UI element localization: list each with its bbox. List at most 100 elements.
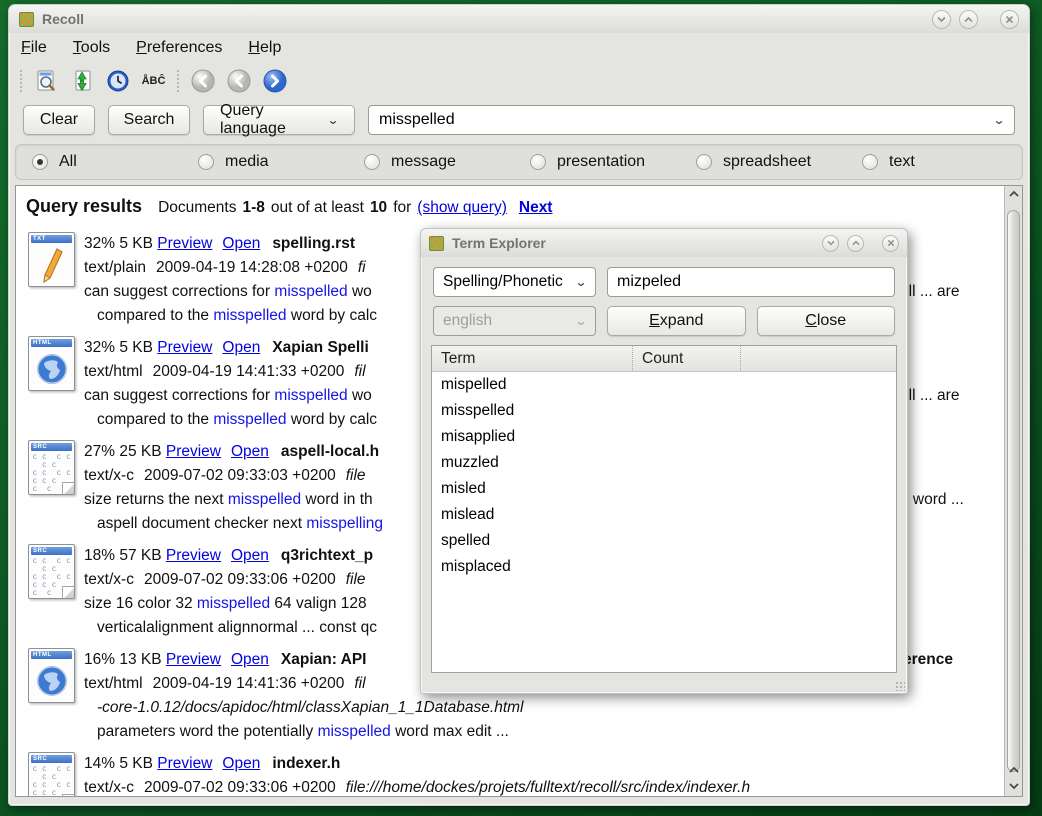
- spacer-cell: [740, 424, 896, 450]
- scroll-up-icon[interactable]: [1005, 762, 1022, 778]
- html-file-icon: HTML: [28, 648, 75, 703]
- term-row[interactable]: misled: [432, 476, 896, 502]
- toolbar: ÅBĈ: [9, 63, 1029, 99]
- menu-preferences[interactable]: Preferences: [136, 39, 222, 57]
- preview-link[interactable]: Preview: [157, 235, 212, 252]
- relevance-size: 32% 5 KB: [84, 235, 157, 252]
- term-cell: mislead: [432, 502, 632, 528]
- dialog-title-bar[interactable]: Term Explorer: [421, 229, 907, 257]
- expand-button[interactable]: Expand: [607, 306, 746, 336]
- nav-back-icon[interactable]: [225, 68, 252, 95]
- scrollbar-thumb[interactable]: [1007, 210, 1020, 772]
- term-row[interactable]: misspelled: [432, 398, 896, 424]
- chevron-down-icon: ⌄: [574, 315, 587, 327]
- preview-link[interactable]: Preview: [166, 443, 221, 460]
- preview-link[interactable]: Preview: [166, 651, 221, 668]
- nav-forward-icon[interactable]: [261, 68, 288, 95]
- term-input[interactable]: mizpeled: [607, 267, 895, 297]
- term-row[interactable]: misapplied: [432, 424, 896, 450]
- filter-all[interactable]: All: [32, 153, 198, 171]
- chevron-down-icon: [826, 238, 836, 248]
- open-link[interactable]: Open: [231, 547, 269, 564]
- next-page-link[interactable]: Next: [519, 199, 553, 217]
- open-link[interactable]: Open: [222, 235, 260, 252]
- title-bar[interactable]: Recoll: [9, 5, 1029, 33]
- resize-grip[interactable]: [895, 681, 905, 691]
- maximize-button[interactable]: [959, 10, 978, 29]
- preview-link[interactable]: Preview: [157, 755, 212, 772]
- count-column-header[interactable]: Count: [632, 346, 740, 371]
- filter-presentation[interactable]: presentation: [530, 153, 696, 171]
- term-row[interactable]: mislead: [432, 502, 896, 528]
- open-link[interactable]: Open: [231, 443, 269, 460]
- dialog-close-button[interactable]: [882, 235, 899, 252]
- count-cell: [632, 476, 740, 502]
- rebuild-index-icon[interactable]: [68, 68, 95, 95]
- term-row[interactable]: spelled: [432, 528, 896, 554]
- language-select[interactable]: english ⌄: [433, 306, 596, 336]
- mime-type: text/html: [84, 363, 143, 380]
- result-icon-cell: SRCc c c c c c c c c c c c c c c: [22, 436, 84, 540]
- term-table-header[interactable]: Term Count: [432, 346, 896, 372]
- filter-message[interactable]: message: [364, 153, 530, 171]
- filter-spreadsheet[interactable]: spreadsheet: [696, 153, 862, 171]
- query-language-dropdown[interactable]: Query language ⌄: [203, 105, 355, 135]
- result-path: file:///home/dockes/projets/fulltext/rec…: [346, 779, 750, 796]
- menu-file[interactable]: File: [21, 39, 47, 57]
- snippet-text: compared to the: [97, 307, 213, 324]
- close-dialog-button[interactable]: Close: [757, 306, 896, 336]
- minimize-button[interactable]: [932, 10, 951, 29]
- clear-button[interactable]: Clear: [23, 105, 95, 135]
- menu-tools[interactable]: Tools: [73, 39, 110, 57]
- snippet-text: 64 valign 128: [270, 595, 367, 612]
- search-page-icon[interactable]: [32, 68, 59, 95]
- nav-first-icon[interactable]: [189, 68, 216, 95]
- term-input-value: mizpeled: [617, 273, 681, 291]
- term-row[interactable]: mispelled: [432, 372, 896, 398]
- mime-type: text/html: [84, 675, 143, 692]
- open-link[interactable]: Open: [222, 755, 260, 772]
- spacer-cell: [740, 372, 896, 398]
- query-input[interactable]: misspelled ⌄: [368, 105, 1015, 135]
- dialog-maximize-button[interactable]: [847, 235, 864, 252]
- language-select-value: english: [443, 312, 492, 330]
- result-text: 14% 5 KB PreviewOpenindexer.htext/x-c200…: [84, 748, 1004, 796]
- open-link[interactable]: Open: [231, 651, 269, 668]
- radio-icon: [530, 154, 546, 170]
- history-clock-icon[interactable]: [104, 68, 131, 95]
- mode-select-value: Spelling/Phonetic: [443, 273, 563, 291]
- snippet-text: -core-1.0.12/docs/apidoc/html/classXapia…: [97, 699, 524, 716]
- summary-total: 10: [370, 199, 387, 217]
- result-item: SRCc c c c c c c c c c c c c c c14% 5 KB…: [22, 748, 1004, 796]
- source-file-icon: SRCc c c c c c c c c c c c c c c: [28, 544, 75, 599]
- result-title: Xapian: API: [281, 651, 367, 668]
- spell-abc-icon[interactable]: ÅBĈ: [140, 68, 167, 95]
- mode-select[interactable]: Spelling/Phonetic ⌄: [433, 267, 596, 297]
- result-text-tail: erence: [903, 648, 953, 672]
- show-query-link[interactable]: (show query): [417, 199, 507, 217]
- count-cell: [632, 424, 740, 450]
- query-language-label: Query language: [220, 102, 321, 138]
- scroll-down-icon[interactable]: [1005, 778, 1022, 794]
- filter-media[interactable]: media: [198, 153, 364, 171]
- dialog-minimize-button[interactable]: [822, 235, 839, 252]
- filter-text[interactable]: text: [862, 153, 915, 171]
- results-scrollbar[interactable]: [1004, 186, 1022, 796]
- file-type-badge: SRC: [31, 547, 72, 555]
- preview-link[interactable]: Preview: [166, 547, 221, 564]
- preview-link[interactable]: Preview: [157, 339, 212, 356]
- result-title: indexer.h: [272, 755, 340, 772]
- open-link[interactable]: Open: [222, 339, 260, 356]
- search-button[interactable]: Search: [108, 105, 190, 135]
- close-button[interactable]: [1000, 10, 1019, 29]
- spacer-cell: [740, 450, 896, 476]
- term-column-header[interactable]: Term: [432, 346, 632, 371]
- scroll-up-icon[interactable]: [1005, 186, 1022, 202]
- toolbar-handle: [19, 69, 23, 93]
- term-row[interactable]: misplaced: [432, 554, 896, 580]
- dialog-row-2: english ⌄ Expand Close: [433, 306, 895, 336]
- term-row[interactable]: muzzled: [432, 450, 896, 476]
- menu-help[interactable]: Help: [248, 39, 281, 57]
- relevance-size: 18% 57 KB: [84, 547, 166, 564]
- spacer-column-header: [740, 346, 896, 371]
